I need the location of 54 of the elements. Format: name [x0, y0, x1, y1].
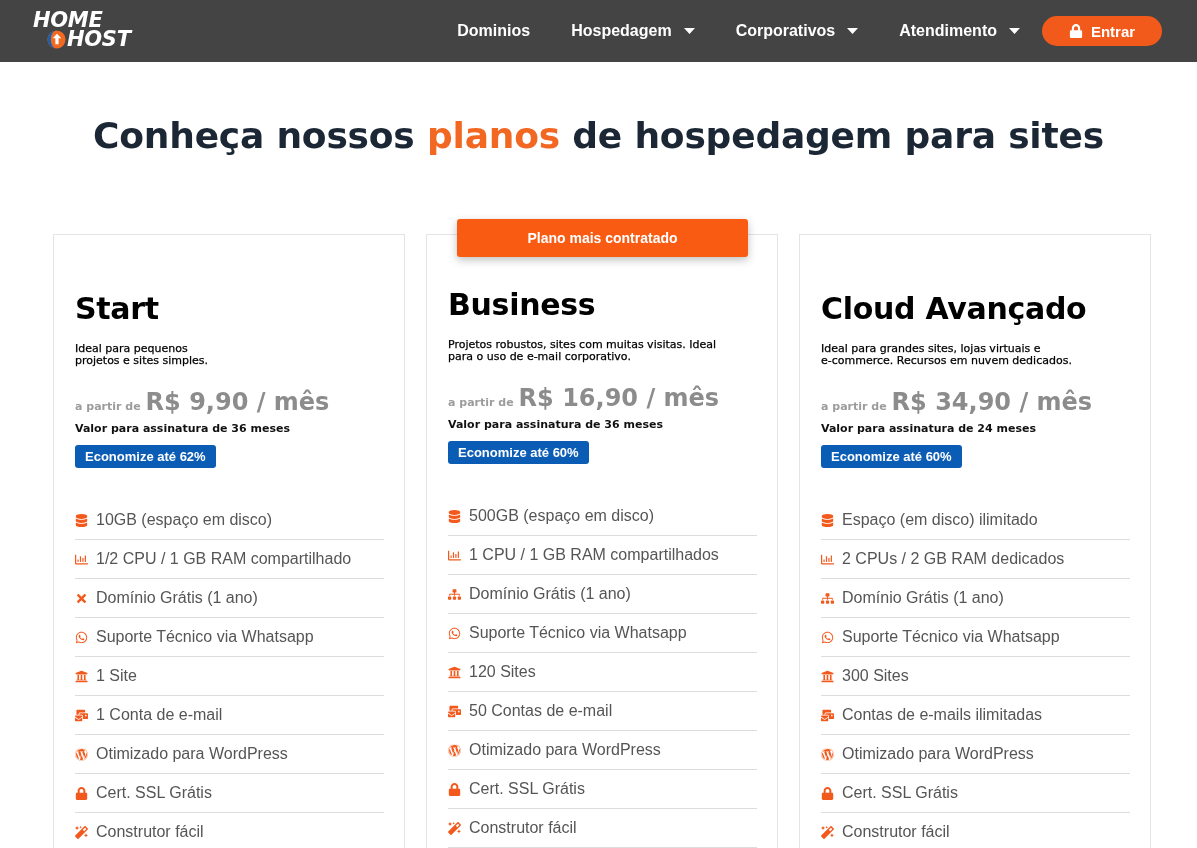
feature-text: Suporte Técnico via Whatsapp: [96, 628, 314, 646]
feature-text: Contas de e-mails ilimitadas: [842, 706, 1043, 724]
billing-note: Valor para assinatura de 36 meses: [75, 422, 291, 436]
price-prefix: a partir de: [75, 399, 141, 415]
feature-text: 10GB (espaço em disco): [96, 511, 273, 529]
feature-text: 1/2 CPU / 1 GB RAM compartilhado: [96, 550, 352, 568]
logo-text: HOME: [33, 11, 103, 29]
plan-description: Projetos robustos, sites com muitas visitas. Ideal para o uso de e-mail corporativo.: [448, 339, 718, 363]
plan-description: Ideal para pequenos projetos e sites simples.: [75, 343, 209, 367]
feature-text: 50 Contas de e-mail: [469, 702, 613, 720]
feature-text: Otimizado para WordPress: [842, 745, 1034, 763]
logo-icon: [47, 29, 66, 49]
feature-text: Otimizado para WordPress: [96, 745, 288, 763]
feature-text: 2 CPUs / 2 GB RAM dedicados: [842, 550, 1065, 568]
feature-text: Espaço (em disco) ilimitado: [842, 511, 1038, 529]
popular-plan-badge: Plano mais contratado: [457, 219, 748, 257]
discount-badge: Economize até 62%: [75, 445, 216, 468]
price-prefix: a partir de: [821, 399, 887, 415]
plan-name: Start: [75, 291, 160, 327]
plan-name: Cloud Avançado: [821, 291, 1088, 327]
plan-price: R$ 34,90 / mês: [891, 387, 1093, 417]
feature-text: Cert. SSL Grátis: [96, 784, 212, 802]
feature-text: Construtor fácil: [96, 823, 204, 841]
feature-text: Suporte Técnico via Whatsapp: [469, 624, 687, 642]
nav-link[interactable]: Dominios: [457, 22, 531, 40]
logo-text: HOST: [67, 30, 131, 48]
feature-text: 500GB (espaço em disco): [469, 507, 654, 525]
billing-note: Valor para assinatura de 36 meses: [448, 418, 664, 432]
nav-link[interactable]: Corporativos: [735, 22, 859, 40]
feature-text: 1 Conta de e-mail: [96, 706, 223, 724]
feature-text: Domínio Grátis (1 ano): [842, 589, 1004, 607]
feature-text: 1 Site: [96, 667, 137, 685]
feature-text: 1 CPU / 1 GB RAM compartilhados: [469, 546, 719, 564]
plan-price: R$ 9,90 / mês: [145, 387, 330, 417]
feature-text: Construtor fácil: [842, 823, 950, 841]
feature-text: Cert. SSL Grátis: [469, 780, 585, 798]
discount-badge: Economize até 60%: [821, 445, 962, 468]
feature-text: 300 Sites: [842, 667, 909, 685]
feature-text: Otimizado para WordPress: [469, 741, 661, 759]
feature-text: 120 Sites: [469, 663, 536, 681]
billing-note: Valor para assinatura de 24 meses: [821, 422, 1037, 436]
plan-price: R$ 16,90 / mês: [518, 383, 720, 413]
feature-text: Suporte Técnico via Whatsapp: [842, 628, 1060, 646]
feature-text: Construtor fácil: [469, 819, 577, 837]
discount-badge: Economize até 60%: [448, 441, 589, 464]
nav-link[interactable]: Atendimento: [899, 22, 1020, 40]
nav-link[interactable]: Hospedagem: [571, 22, 695, 40]
lock-icon: [1068, 24, 1083, 38]
page-heading: Conheça nossos planos de hospedagem para sites: [92, 114, 1105, 158]
plan-name: Business: [448, 287, 597, 323]
price-prefix: a partir de: [448, 395, 514, 411]
feature-text: Cert. SSL Grátis: [842, 784, 958, 802]
feature-text: Domínio Grátis (1 ano): [469, 585, 631, 603]
plan-description: Ideal para grandes sites, lojas virtuais e e-commerce. Recursos em nuvem dedicados.: [821, 343, 1073, 367]
